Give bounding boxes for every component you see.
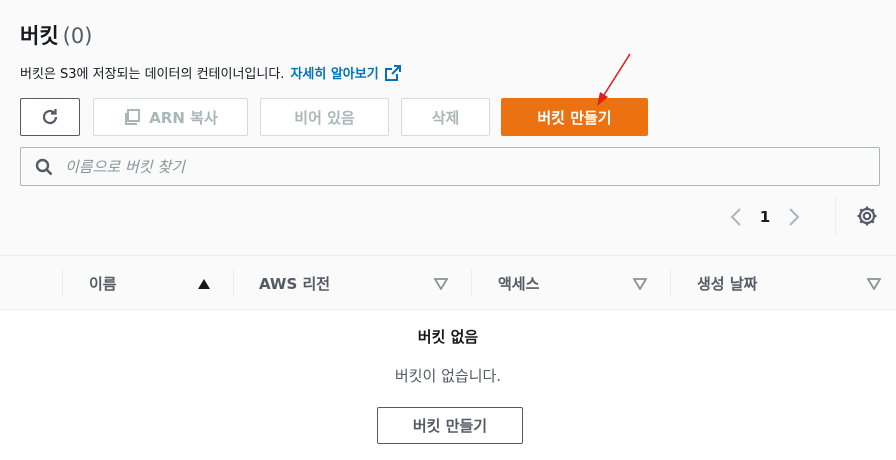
empty-state-message: 버킷이 없습니다. (394, 367, 502, 385)
copy-arn-button[interactable]: ARN 복사 (93, 98, 248, 136)
column-header-created[interactable]: 생성 날짜 (697, 256, 757, 311)
page-title: 버킷 (0) (20, 24, 92, 48)
column-label-created: 생성 날짜 (697, 275, 758, 293)
next-page-button[interactable] (780, 200, 808, 234)
column-label-access: 액세스 (498, 275, 540, 293)
description-text: 버킷은 S3에 저장되는 데이터의 컨테이너입니다. (20, 67, 285, 82)
delete-button[interactable]: 삭제 (401, 98, 490, 136)
empty-bucket-button[interactable]: 비어 있음 (260, 98, 389, 136)
empty-state: 버킷 없음 버킷이 없습니다. (0, 320, 896, 386)
column-header-access[interactable]: 액세스 (498, 256, 539, 311)
column-label-name: 이름 (89, 275, 117, 293)
gear-icon[interactable] (855, 204, 879, 228)
previous-page-button[interactable] (722, 200, 750, 234)
bucket-count: (0) (62, 24, 93, 48)
column-label-region: AWS 리전 (259, 275, 331, 293)
annotation-arrow-icon (597, 53, 631, 106)
sort-ascending-icon[interactable] (197, 278, 211, 290)
column-divider (62, 269, 63, 297)
column-divider (233, 269, 234, 297)
column-divider (670, 269, 671, 297)
search-input[interactable] (63, 156, 847, 177)
column-divider (471, 269, 472, 297)
empty-state-title: 버킷 없음 (417, 328, 479, 346)
external-link-icon[interactable] (384, 65, 401, 85)
chevron-left-icon (730, 208, 741, 226)
column-header-name[interactable]: 이름 (89, 256, 117, 311)
empty-state-create-bucket-button[interactable]: 버킷 만들기 (377, 407, 523, 444)
chevron-right-icon (789, 208, 800, 226)
page-header: 버킷 (0) (20, 20, 92, 50)
refresh-icon (42, 109, 58, 125)
sort-descending-icon[interactable] (867, 278, 881, 290)
copy-icon (125, 109, 141, 125)
pagination-divider (835, 196, 836, 236)
search-icon (35, 158, 53, 175)
table-header: 이름 AWS 리전 액세스 생성 날짜 (0, 255, 896, 310)
current-page-number[interactable]: 1 (750, 208, 780, 226)
page-title-text: 버킷 (20, 24, 59, 48)
refresh-button[interactable] (20, 98, 80, 136)
learn-more-link[interactable]: 자세히 알아보기 (290, 67, 378, 82)
sort-descending-icon[interactable] (434, 278, 448, 290)
pagination: 1 (722, 200, 808, 234)
search-box[interactable] (20, 147, 880, 186)
copy-arn-label: ARN 복사 (149, 108, 218, 127)
column-header-region[interactable]: AWS 리전 (259, 256, 330, 311)
sort-descending-icon[interactable] (633, 278, 647, 290)
page-description: 버킷은 S3에 저장되는 데이터의 컨테이너입니다. 자세히 알아보기 (20, 63, 401, 85)
